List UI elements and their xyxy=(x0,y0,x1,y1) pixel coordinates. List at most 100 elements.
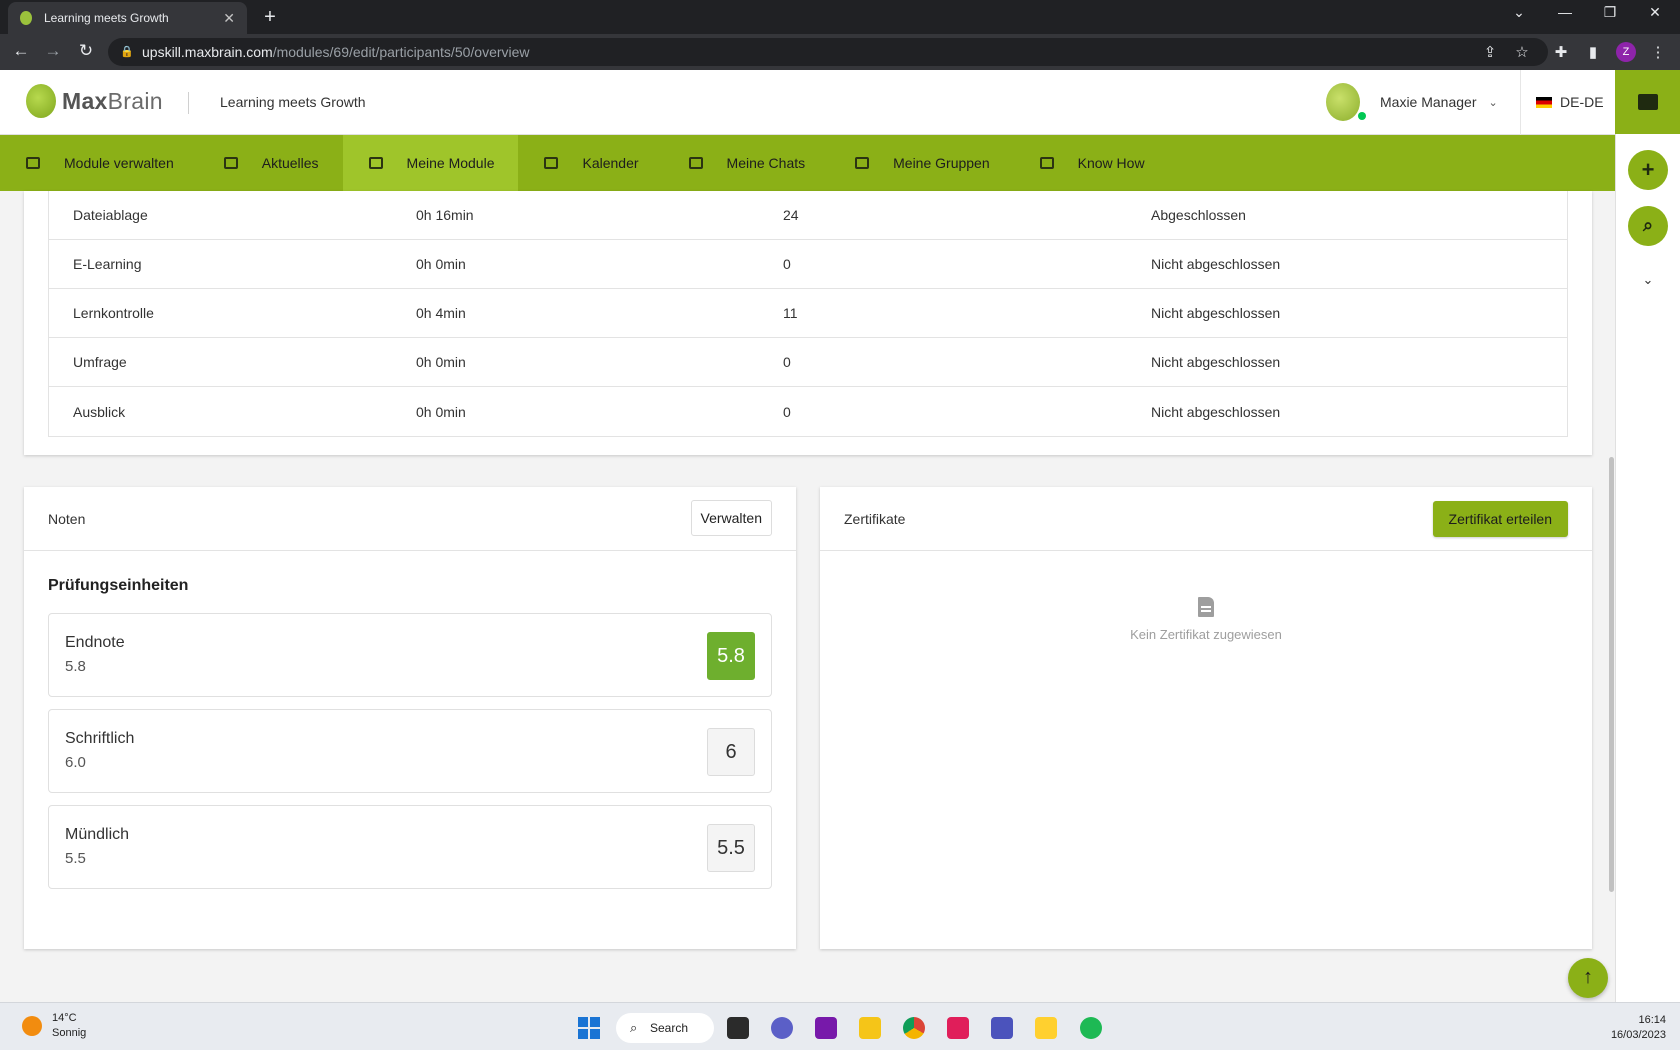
miro-icon[interactable] xyxy=(1035,1017,1057,1039)
chat-toggle-button[interactable] xyxy=(1615,70,1680,134)
row-count: 11 xyxy=(783,305,798,321)
file-explorer-icon[interactable] xyxy=(859,1017,881,1039)
favicon-icon xyxy=(20,11,32,25)
row-count: 0 xyxy=(783,403,791,420)
scroll-to-top-button[interactable]: ↑ xyxy=(1568,958,1608,998)
rail-chevron-down-icon[interactable]: ⌄ xyxy=(1638,272,1658,288)
add-button[interactable]: + xyxy=(1628,150,1668,190)
chevron-down-icon: ⌄ xyxy=(1488,96,1498,109)
tab-title: Learning meets Growth xyxy=(44,11,169,25)
row-time: 0h 0min xyxy=(416,403,466,420)
forward-arrow-icon[interactable]: → xyxy=(42,41,64,61)
row-name: Ausblick xyxy=(73,403,126,420)
language-divider xyxy=(1520,70,1521,135)
nav-item-meine-module[interactable]: Meine Module xyxy=(342,135,519,191)
grade-badge: 5.8 xyxy=(707,632,755,680)
table-row: Lernkontrolle 0h 4min 11 Nicht abgeschlo… xyxy=(49,289,1567,338)
slack-icon[interactable] xyxy=(947,1017,969,1039)
logo-text-bold: Max xyxy=(62,87,108,114)
taskbar-search[interactable]: ⌕ Search xyxy=(616,1013,714,1043)
issue-certificate-button[interactable]: Zertifikat erteilen xyxy=(1432,501,1568,537)
progress-table: Dateiablage 0h 16min 24 Abgeschlossen E-… xyxy=(48,191,1568,437)
row-status: Nicht abgeschlossen xyxy=(1151,256,1281,272)
share-icon[interactable]: ⇪ xyxy=(1480,43,1500,61)
certificates-card-header: Zertifikate Zertifikat erteilen xyxy=(820,487,1592,551)
onenote-icon[interactable] xyxy=(815,1017,837,1039)
clock-date: 16/03/2023 xyxy=(1610,1029,1666,1041)
nav-item-meine-gruppen[interactable]: Meine Gruppen xyxy=(829,135,1014,191)
profile-avatar[interactable]: Z xyxy=(1616,42,1636,62)
chat-app-icon[interactable] xyxy=(771,1017,793,1039)
maxbrain-logo[interactable]: MaxBrain xyxy=(26,84,163,118)
row-time: 0h 0min xyxy=(416,256,466,272)
url-input[interactable]: 🔒 upskill.maxbrain.com/modules/69/edit/p… xyxy=(108,38,1548,66)
main-navigation: Module verwalten Aktuelles Meine Module … xyxy=(0,135,1615,191)
grade-name: Schriftlich xyxy=(65,730,135,747)
nav-item-aktuelles[interactable]: Aktuelles xyxy=(198,135,343,191)
browser-tab[interactable]: Learning meets Growth ✕ xyxy=(8,2,247,34)
nav-label: Module verwalten xyxy=(64,155,174,171)
close-window-button[interactable]: ✕ xyxy=(1640,4,1670,21)
user-menu[interactable]: Maxie Manager ⌄ xyxy=(1326,83,1498,121)
nav-item-module-verwalten[interactable]: Module verwalten xyxy=(0,135,198,191)
browser-tab-strip: Learning meets Growth ✕ + ⌄ — ❐ ✕ xyxy=(0,0,1680,34)
progress-card: Dateiablage 0h 16min 24 Abgeschlossen E-… xyxy=(24,191,1592,455)
page-scrollbar[interactable] xyxy=(1609,457,1614,892)
user-name: Maxie Manager xyxy=(1380,94,1477,110)
windows-start-icon[interactable] xyxy=(578,1017,600,1039)
back-arrow-icon[interactable]: ← xyxy=(10,41,32,61)
temperature: 14°C xyxy=(52,1012,77,1024)
browser-menu-icon[interactable]: ⋮ xyxy=(1648,43,1668,61)
chrome-icon[interactable] xyxy=(903,1017,925,1039)
language-selector[interactable]: DE-DE xyxy=(1536,94,1604,110)
weather-widget[interactable]: 14°C Sonnig xyxy=(22,1011,86,1041)
address-bar: ← → ↻ 🔒 upskill.maxbrain.com/modules/69/… xyxy=(0,34,1680,70)
table-row: E-Learning 0h 0min 0 Nicht abgeschlossen xyxy=(49,240,1567,289)
table-row: Dateiablage 0h 16min 24 Abgeschlossen xyxy=(49,191,1567,240)
new-tab-button[interactable]: + xyxy=(258,6,282,30)
grade-value: 6.0 xyxy=(65,754,86,771)
certificates-title: Zertifikate xyxy=(844,511,906,527)
row-status: Nicht abgeschlossen xyxy=(1151,354,1281,370)
sun-icon xyxy=(22,1016,42,1036)
grade-badge: 6 xyxy=(707,728,755,776)
document-icon xyxy=(1198,597,1214,617)
row-status: Nicht abgeschlossen xyxy=(1151,305,1281,321)
search-button[interactable]: ⌕ xyxy=(1628,206,1668,246)
minimize-button[interactable]: — xyxy=(1550,4,1580,20)
nav-item-meine-chats[interactable]: Meine Chats xyxy=(663,135,830,191)
nav-item-know-how[interactable]: Know How xyxy=(1014,135,1169,191)
grade-item-endnote: Endnote 5.8 5.8 xyxy=(48,613,772,697)
reload-icon[interactable]: ↻ xyxy=(75,41,97,61)
exam-units-heading: Prüfungseinheiten xyxy=(48,577,189,594)
url-host: upskill.maxbrain.com xyxy=(142,44,273,60)
nav-label: Know How xyxy=(1077,155,1145,171)
system-clock[interactable]: 16:14 16/03/2023 xyxy=(1604,1013,1666,1043)
header-tagline: Learning meets Growth xyxy=(220,94,366,110)
grades-card-header: Noten Verwalten xyxy=(24,487,796,551)
extensions-icon[interactable]: ✚ xyxy=(1551,43,1571,61)
teams-icon[interactable] xyxy=(991,1017,1013,1039)
nav-label: Meine Chats xyxy=(726,155,806,171)
german-flag-icon xyxy=(1536,96,1552,108)
row-time: 0h 16min xyxy=(416,207,474,223)
certificates-card: Zertifikate Zertifikat erteilen Kein Zer… xyxy=(820,487,1592,949)
grades-title: Noten xyxy=(48,511,86,527)
bookmark-star-icon[interactable]: ☆ xyxy=(1512,43,1532,61)
restore-button[interactable]: ❐ xyxy=(1595,4,1625,21)
tab-search-icon[interactable]: ⌄ xyxy=(1504,4,1534,21)
language-label: DE-DE xyxy=(1560,94,1604,110)
chat-icon xyxy=(688,157,703,169)
close-tab-icon[interactable]: ✕ xyxy=(223,10,235,27)
windows-taskbar: 14°C Sonnig ⌕ Search 16:14 16/03/2023 xyxy=(0,1002,1680,1050)
app-header: MaxBrain Learning meets Growth Maxie Man… xyxy=(0,70,1615,135)
grade-name: Endnote xyxy=(65,634,125,651)
side-panel-icon[interactable]: ▮ xyxy=(1583,43,1603,61)
row-name: Lernkontrolle xyxy=(73,305,154,321)
manage-grades-button[interactable]: Verwalten xyxy=(690,500,772,536)
brain-logo-icon xyxy=(26,84,56,118)
task-view-icon[interactable] xyxy=(727,1017,749,1039)
nav-label: Kalender xyxy=(582,155,639,171)
nav-item-kalender[interactable]: Kalender xyxy=(518,135,662,191)
spotify-icon[interactable] xyxy=(1080,1017,1102,1039)
